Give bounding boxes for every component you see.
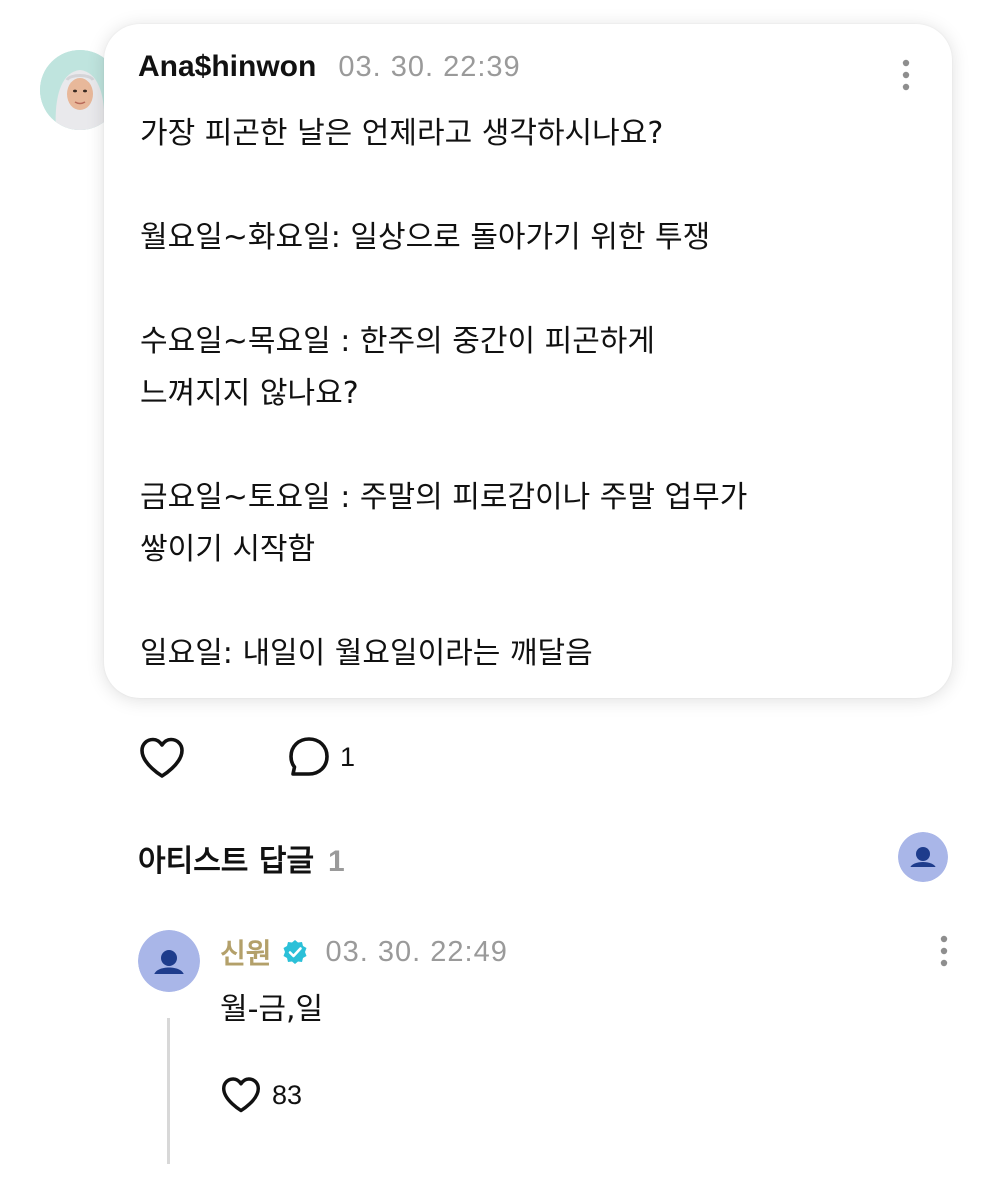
reply-timestamp: 03. 30. 22:49 <box>325 935 508 968</box>
artist-replies-title: 아티스트 답글 <box>138 844 315 879</box>
post-card: Ana$hinwon 03. 30. 22:39 가장 피곤한 날은 언제라고 … <box>104 24 952 698</box>
comment-count: 1 <box>340 741 356 772</box>
post-paragraph: 월요일~화요일: 일상으로 돌아가기 위한 투쟁 <box>140 220 711 255</box>
speech-bubble-icon <box>289 737 329 776</box>
reply-more-options-icon[interactable] <box>936 934 952 968</box>
artist-replies-header: 아티스트 답글 1 <box>138 836 345 880</box>
post-more-options-icon[interactable] <box>898 58 914 92</box>
post-paragraph: 수요일~목요일 : 한주의 중간이 피곤하게 느껴지지 않나요? <box>140 324 655 411</box>
heart-outline-icon <box>222 1077 260 1113</box>
post-paragraph: 금요일~토요일 : 주말의 피로감이나 주말 업무가 쌓이기 시작함 <box>140 480 748 567</box>
reply-author-avatar[interactable] <box>138 930 200 992</box>
reply-text: 월-금,일 <box>220 992 324 1027</box>
artist-replies-count: 1 <box>328 845 345 878</box>
reply-like-button[interactable]: 83 <box>220 1076 302 1114</box>
reply-thread-line <box>167 1018 170 1164</box>
verified-badge-icon <box>283 940 307 964</box>
reply-header: 신원 03. 30. 22:49 <box>220 932 508 972</box>
reply-author-name[interactable]: 신원 <box>220 932 272 972</box>
post-body: 가장 피곤한 날은 언제라고 생각하시나요? 월요일~화요일: 일상으로 돌아가… <box>140 108 920 680</box>
post-timestamp: 03. 30. 22:39 <box>338 51 521 83</box>
post-paragraph: 가장 피곤한 날은 언제라고 생각하시나요? <box>140 116 664 151</box>
artist-profile-avatar[interactable] <box>898 832 948 882</box>
comment-button[interactable]: 1 <box>286 734 355 780</box>
post-actions: 1 <box>138 734 538 782</box>
post-paragraph: 일요일: 내일이 월요일이라는 깨달음 <box>140 636 593 671</box>
reply-like-count: 83 <box>272 1079 303 1110</box>
heart-outline-icon <box>140 737 184 778</box>
post-author-name[interactable]: Ana$hinwon <box>138 50 316 84</box>
post-header: Ana$hinwon 03. 30. 22:39 <box>138 50 521 84</box>
like-button[interactable] <box>138 736 186 780</box>
